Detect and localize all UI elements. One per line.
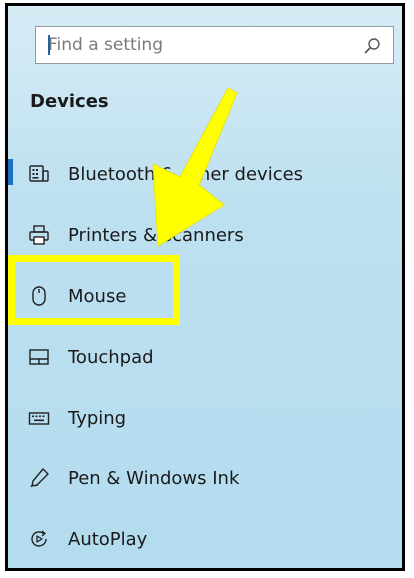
nav-item-bluetooth[interactable]: Bluetooth & other devices xyxy=(8,152,402,196)
nav-item-label: Mouse xyxy=(68,285,127,307)
nav-item-printers[interactable]: Printers & scanners xyxy=(8,213,402,257)
nav-item-autoplay[interactable]: AutoPlay xyxy=(8,517,402,561)
nav-item-label: AutoPlay xyxy=(68,528,148,550)
settings-panel: Devices Bluetooth & other devices xyxy=(5,3,405,571)
nav-item-label: Typing xyxy=(68,407,127,429)
search-icon[interactable] xyxy=(363,37,381,55)
mouse-icon xyxy=(28,285,50,307)
pen-icon xyxy=(28,467,50,489)
search-input[interactable] xyxy=(36,27,393,63)
nav-item-typing[interactable]: Typing xyxy=(8,396,402,440)
nav-item-label: Bluetooth & other devices xyxy=(68,163,304,185)
nav-item-label: Pen & Windows Ink xyxy=(68,467,240,489)
text-cursor xyxy=(48,35,50,55)
nav-item-touchpad[interactable]: Touchpad xyxy=(8,335,402,379)
search-box[interactable] xyxy=(35,26,394,64)
bluetooth-keyboard-icon xyxy=(28,163,50,185)
section-title: Devices xyxy=(30,91,109,112)
keyboard-icon xyxy=(28,407,50,429)
nav-item-mouse[interactable]: Mouse xyxy=(8,274,402,318)
nav-item-pen[interactable]: Pen & Windows Ink xyxy=(8,456,402,500)
touchpad-icon xyxy=(28,346,50,368)
nav-item-label: Printers & scanners xyxy=(68,224,244,246)
autoplay-icon xyxy=(28,528,50,550)
nav-item-label: Touchpad xyxy=(68,346,154,368)
printer-icon xyxy=(28,224,50,246)
